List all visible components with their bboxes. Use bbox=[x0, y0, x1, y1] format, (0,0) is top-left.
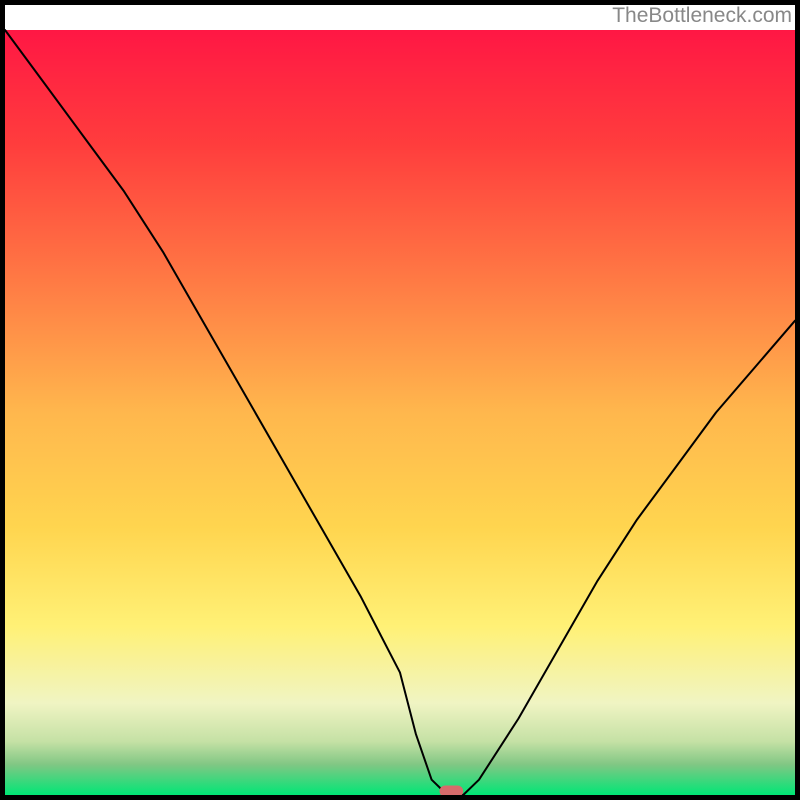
bottleneck-chart bbox=[0, 0, 800, 800]
chart-background bbox=[5, 30, 795, 795]
chart-container: TheBottleneck.com bbox=[0, 0, 800, 800]
watermark-text: TheBottleneck.com bbox=[612, 4, 792, 28]
